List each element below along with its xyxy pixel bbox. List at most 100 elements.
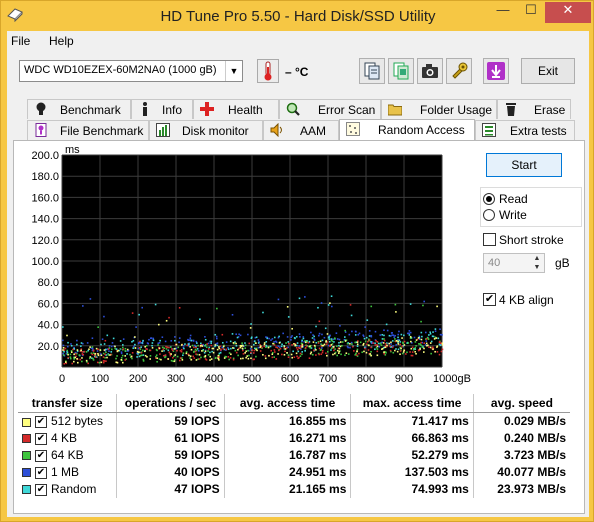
scatter-point: [156, 360, 158, 363]
scatter-point: [138, 313, 140, 316]
scatter-point: [374, 342, 376, 345]
start-button[interactable]: Start: [486, 153, 562, 177]
x-tick-label: 900: [395, 373, 413, 385]
series-checkbox[interactable]: ✔: [35, 483, 47, 496]
scatter-point: [70, 343, 72, 345]
scatter-point: [114, 347, 116, 350]
scatter-point: [110, 351, 113, 353]
tab-extra-tests[interactable]: Extra tests: [475, 120, 575, 140]
exit-button[interactable]: Exit: [521, 58, 575, 84]
save-button[interactable]: [483, 58, 509, 84]
series-checkbox[interactable]: ✔: [35, 432, 47, 445]
scatter-point: [395, 343, 398, 346]
spin-up-icon[interactable]: ▲: [530, 254, 544, 263]
series-checkbox[interactable]: ✔: [35, 466, 47, 479]
row-max: 52.279 ms: [350, 446, 474, 464]
menu-file[interactable]: File: [11, 34, 30, 48]
scatter-point: [225, 341, 228, 343]
col-max-access: max. access time: [350, 394, 474, 413]
scatter-point: [74, 352, 77, 355]
scatter-point: [80, 349, 82, 352]
scatter-point: [424, 331, 427, 334]
tab-disk-monitor[interactable]: Disk monitor: [149, 120, 263, 140]
tab-aam[interactable]: AAM: [263, 120, 339, 140]
scatter-point: [430, 340, 433, 343]
tab-health[interactable]: Health: [193, 99, 279, 119]
scatter-point: [317, 306, 319, 309]
scatter-point: [352, 350, 355, 352]
menu-help[interactable]: Help: [49, 34, 74, 48]
scatter-point: [234, 349, 237, 352]
scatter-point: [236, 336, 239, 339]
scatter-point: [152, 337, 155, 340]
scatter-point: [215, 356, 217, 359]
scatter-point: [420, 338, 423, 341]
tab-info[interactable]: Info: [131, 99, 193, 119]
screenshot-button[interactable]: [417, 58, 443, 84]
scatter-point: [237, 354, 239, 357]
scatter-point: [204, 335, 206, 338]
tab-random-access[interactable]: Random Access: [339, 119, 475, 140]
tab-benchmark[interactable]: Benchmark: [27, 99, 131, 119]
series-checkbox[interactable]: ✔: [35, 449, 47, 462]
scatter-point: [273, 351, 276, 353]
scatter-point: [173, 355, 175, 358]
row-ops: 47 IOPS: [116, 480, 225, 498]
scatter-point: [315, 349, 317, 351]
minimize-button[interactable]: —: [489, 2, 517, 23]
scatter-point: [364, 326, 366, 328]
scatter-point: [318, 353, 321, 356]
scatter-point: [411, 346, 414, 349]
tab-folder-usage[interactable]: Folder Usage: [381, 99, 497, 119]
copy-info-button[interactable]: [359, 58, 385, 84]
scatter-point: [212, 347, 215, 350]
copy-screenshot-button[interactable]: [388, 58, 414, 84]
scatter-point: [390, 332, 393, 334]
title-bar[interactable]: HD Tune Pro 5.50 - Hard Disk/SSD Utility…: [1, 1, 594, 31]
scatter-point: [207, 353, 210, 356]
scatter-point: [374, 330, 377, 333]
maximize-button[interactable]: ☐: [517, 2, 545, 23]
scatter-point: [70, 344, 73, 347]
spin-down-icon[interactable]: ▼: [530, 263, 544, 272]
scatter-point: [201, 345, 204, 347]
scatter-point: [253, 343, 255, 346]
scatter-point: [428, 334, 430, 336]
y-tick-label: 40.0: [38, 320, 59, 332]
scatter-point: [376, 343, 378, 346]
close-button[interactable]: ✕: [545, 2, 591, 23]
scatter-point: [195, 359, 198, 361]
series-checkbox[interactable]: ✔: [35, 416, 47, 429]
scatter-point: [136, 356, 138, 358]
write-label: Write: [499, 208, 527, 222]
scatter-point: [89, 346, 91, 348]
scatter-point: [370, 334, 373, 337]
read-radio[interactable]: [483, 193, 495, 205]
align-checkbox[interactable]: ✔: [483, 293, 496, 306]
scatter-point: [170, 353, 172, 355]
scatter-point: [124, 355, 127, 357]
scatter-point: [276, 346, 279, 349]
scatter-point: [330, 295, 333, 298]
scatter-point: [116, 355, 118, 357]
scatter-point: [80, 342, 83, 344]
drive-select[interactable]: WDC WD10EZEX-60M2NA0 (1000 gB) ▼: [19, 60, 243, 82]
scatter-point: [270, 349, 273, 352]
options-button[interactable]: [446, 58, 472, 84]
tab-error-scan[interactable]: Error Scan: [279, 99, 381, 119]
scatter-point: [137, 353, 139, 355]
write-radio[interactable]: [483, 209, 495, 221]
short-stroke-spinner[interactable]: 40 ▲ ▼: [483, 253, 545, 273]
scatter-point: [275, 346, 277, 348]
tab-erase[interactable]: Erase: [497, 99, 571, 119]
short-stroke-checkbox[interactable]: [483, 233, 496, 246]
scatter-point: [338, 344, 340, 347]
scatter-point: [423, 347, 425, 350]
scatter-point: [91, 346, 94, 348]
row-size-cell: ✔ Random: [18, 481, 117, 498]
scatter-point: [228, 358, 230, 361]
tab-file-benchmark[interactable]: File Benchmark: [27, 120, 149, 140]
scatter-point: [159, 353, 161, 355]
x-tick-label: 300: [167, 373, 185, 385]
lightbulb-icon: [36, 102, 46, 115]
